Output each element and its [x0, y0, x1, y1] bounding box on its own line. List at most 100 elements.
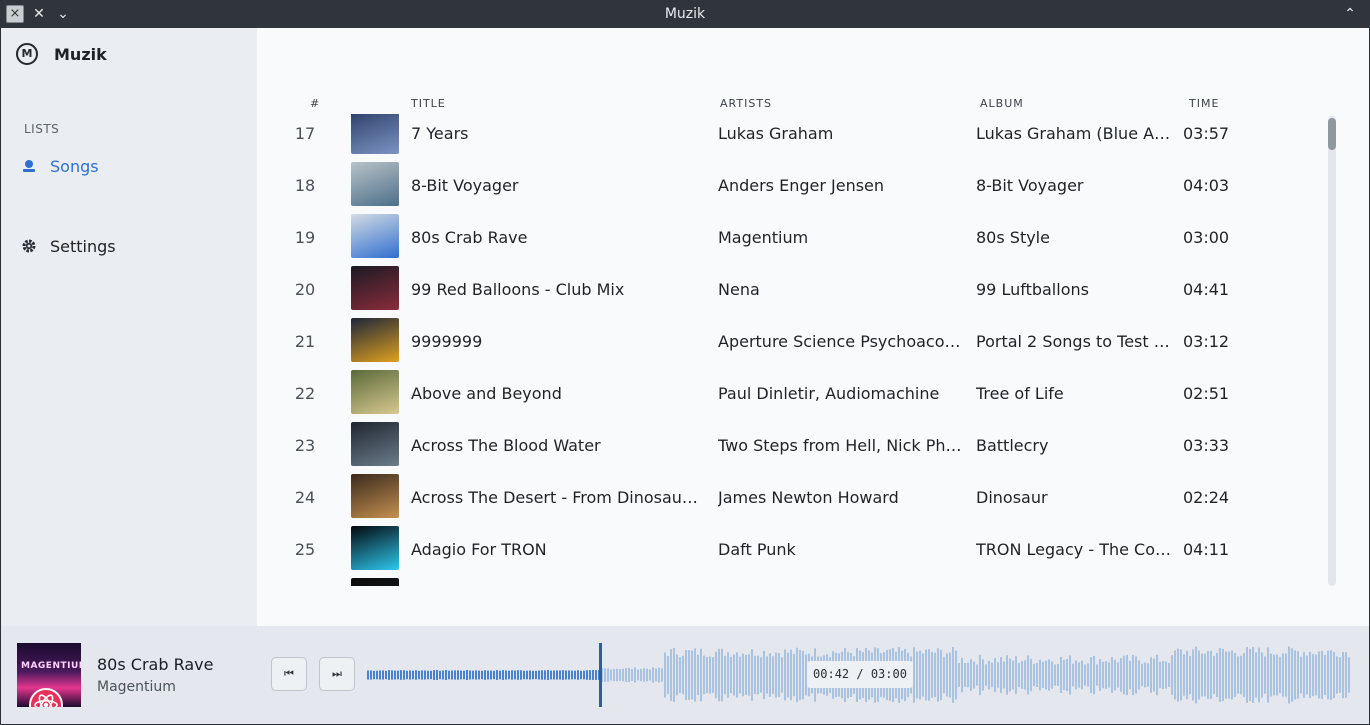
song-album: 8-Bit Voyager: [976, 176, 1084, 195]
waveform-bar: [394, 670, 396, 680]
waveform-bar: [988, 660, 990, 690]
waveform-bar: [586, 670, 588, 680]
song-duration: 04:11: [1183, 540, 1230, 559]
header-title[interactable]: TITLE: [411, 97, 446, 110]
table-row[interactable]: 21 9999999 Aperture Science Psychoacoustic…: [257, 316, 1327, 368]
waveform-bar: [673, 648, 675, 702]
header-artists[interactable]: ARTISTS: [720, 97, 772, 110]
waveform-bar: [1060, 657, 1062, 693]
waveform-bar: [502, 670, 504, 680]
song-duration: 03:00: [1183, 228, 1230, 247]
table-row[interactable]: 22 Above and Beyond Paul Dinletir, Audioma…: [257, 368, 1327, 420]
scrollbar[interactable]: [1328, 116, 1336, 586]
waveform-bar: [1012, 660, 1014, 690]
waveform-bar: [1291, 648, 1293, 702]
waveform-bar: [952, 647, 954, 703]
waveform-bar: [781, 657, 783, 693]
header-album[interactable]: ALBUM: [980, 97, 1024, 110]
waveform-bar: [1078, 662, 1080, 688]
skip-previous-icon: ⏮: [284, 667, 294, 680]
waveform-bar: [652, 667, 654, 683]
waveform-bar: [508, 670, 510, 680]
sidebar-item-songs[interactable]: Songs: [21, 154, 99, 178]
track-number: 19: [294, 228, 316, 247]
waveform-bar: [1225, 651, 1227, 699]
waveform-bar: [1108, 662, 1110, 688]
track-number: 18: [294, 176, 316, 195]
waveform-bar: [664, 652, 666, 698]
waveform-bar: [706, 656, 708, 694]
waveform-bar: [1288, 646, 1290, 704]
album-art-thumbnail: [351, 474, 399, 518]
waveform-bar: [547, 670, 549, 680]
waveform-bar: [1204, 653, 1206, 697]
track-number: 25: [294, 540, 316, 559]
waveform-bar: [1147, 663, 1149, 687]
song-title: Adagio For TRON: [411, 540, 547, 559]
waveform-bar: [1234, 653, 1236, 697]
waveform-bar: [1075, 660, 1077, 690]
waveform-bar: [745, 654, 747, 696]
waveform-bar: [640, 668, 642, 682]
waveform-bar: [757, 655, 759, 695]
waveform-bar: [949, 652, 951, 698]
table-row[interactable]: 24 Across The Desert - From DinosaurScore…: [257, 472, 1327, 524]
album-art-thumbnail: [351, 214, 399, 258]
waveform-bar: [631, 669, 633, 681]
table-row[interactable]: 17 7 Years Lukas Graham Lukas Graham (Blue …: [257, 114, 1327, 160]
waveform-bar: [538, 670, 540, 680]
waveform-bar: [415, 670, 417, 680]
waveform-bar: [778, 653, 780, 697]
waveform-bar: [1051, 661, 1053, 689]
waveform-bar: [409, 670, 411, 680]
playhead-cursor[interactable]: [599, 643, 602, 707]
song-album: Dinosaur: [976, 488, 1048, 507]
sidebar-item-settings[interactable]: Settings: [21, 234, 116, 258]
waveform-bar: [583, 670, 585, 680]
table-row[interactable]: 23 Across The Blood Water Two Steps from H…: [257, 420, 1327, 472]
waveform-bar: [958, 663, 960, 687]
song-artist: Anders Enger Jensen: [718, 176, 885, 195]
waveform-bar: [787, 652, 789, 698]
waveform-bar: [1270, 653, 1272, 697]
chevron-up-icon[interactable]: ⌃: [1340, 4, 1360, 24]
waveform-bar: [1240, 655, 1242, 695]
waveform-bar: [1276, 654, 1278, 696]
waveform-bar: [1099, 659, 1101, 691]
waveform-bar: [784, 649, 786, 701]
waveform-bar: [571, 670, 573, 680]
table-row[interactable]: 19 80s Crab Rave Magentium 80s Style 03:00: [257, 212, 1327, 264]
waveform-bar: [1198, 650, 1200, 700]
waveform-bar: [667, 656, 669, 694]
album-art-thumbnail: [351, 318, 399, 362]
waveform-bar: [460, 670, 462, 680]
waveform-bar: [925, 649, 927, 701]
waveform-bar: [1135, 656, 1137, 694]
table-row[interactable]: 20 99 Red Balloons - Club Mix Nena 99 Luftb…: [257, 264, 1327, 316]
waveform-bar: [370, 670, 372, 680]
next-track-button[interactable]: ⏭: [319, 657, 355, 691]
waveform-bar: [649, 669, 651, 681]
waveform-bar: [799, 649, 801, 701]
song-artist: Nena: [718, 280, 760, 299]
muzik-logo-icon: M: [16, 43, 38, 65]
table-row[interactable]: [257, 576, 1327, 586]
waveform-bar: [721, 648, 723, 702]
previous-track-button[interactable]: ⏮: [271, 657, 307, 691]
header-time[interactable]: TIME: [1189, 97, 1219, 110]
songs-icon: [21, 158, 37, 174]
waveform-bar: [967, 662, 969, 688]
waveform-bar: [1090, 657, 1092, 693]
song-title: 7 Years: [411, 124, 469, 143]
waveform-bar: [1159, 661, 1161, 689]
table-row[interactable]: 18 8-Bit Voyager Anders Enger Jensen 8-Bit …: [257, 160, 1327, 212]
song-duration: 03:12: [1183, 332, 1230, 351]
waveform-bar: [1036, 663, 1038, 687]
waveform-bar: [1264, 656, 1266, 694]
waveform-bar: [1294, 650, 1296, 700]
scrollbar-thumb[interactable]: [1328, 118, 1336, 150]
table-row[interactable]: 25 Adagio For TRON Daft Punk TRON Legacy - …: [257, 524, 1327, 576]
waveform-bar: [1117, 662, 1119, 688]
waveform-bar: [487, 670, 489, 680]
waveform-bar: [1285, 653, 1287, 697]
